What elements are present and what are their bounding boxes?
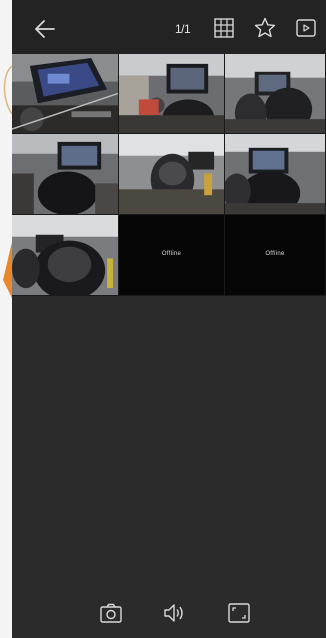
camera-grid: Offline Offline (12, 54, 326, 296)
camera-snapshot-icon[interactable] (98, 600, 124, 626)
camera-tile[interactable] (225, 54, 326, 134)
playback-icon[interactable] (294, 16, 318, 40)
fullscreen-icon[interactable] (226, 600, 252, 626)
orange-marker (3, 242, 12, 298)
camera-feed-image (119, 134, 224, 214)
camera-feed-image (12, 134, 118, 214)
speaker-icon[interactable] (161, 600, 187, 626)
back-arrow-icon[interactable] (32, 16, 58, 42)
grid-layout-icon[interactable] (212, 16, 236, 40)
camera-feed-image (119, 54, 224, 133)
offline-label: Offline (265, 251, 285, 257)
camera-tile-offline[interactable]: Offline (225, 215, 326, 296)
left-margin-strip (0, 0, 12, 638)
camera-feed-image (225, 54, 325, 133)
camera-tile-offline[interactable]: Offline (119, 215, 225, 296)
camera-feed-image (12, 215, 118, 295)
camera-tile[interactable] (225, 134, 326, 215)
top-toolbar: 1/1 (12, 0, 326, 54)
offline-label: Offline (161, 251, 182, 257)
page-indicator: 1/1 (175, 22, 191, 36)
camera-tile[interactable] (12, 134, 119, 215)
live-view-screen: 1/1 Offline Offline (12, 0, 326, 638)
bottom-toolbar (12, 592, 326, 638)
camera-tile[interactable] (12, 215, 119, 296)
camera-tile[interactable] (12, 54, 119, 134)
camera-feed-image (12, 54, 118, 133)
decorative-swirl (3, 65, 12, 115)
star-icon[interactable] (253, 16, 277, 40)
camera-tile[interactable] (119, 54, 225, 134)
camera-feed-image (225, 134, 325, 214)
camera-tile[interactable] (119, 134, 225, 215)
